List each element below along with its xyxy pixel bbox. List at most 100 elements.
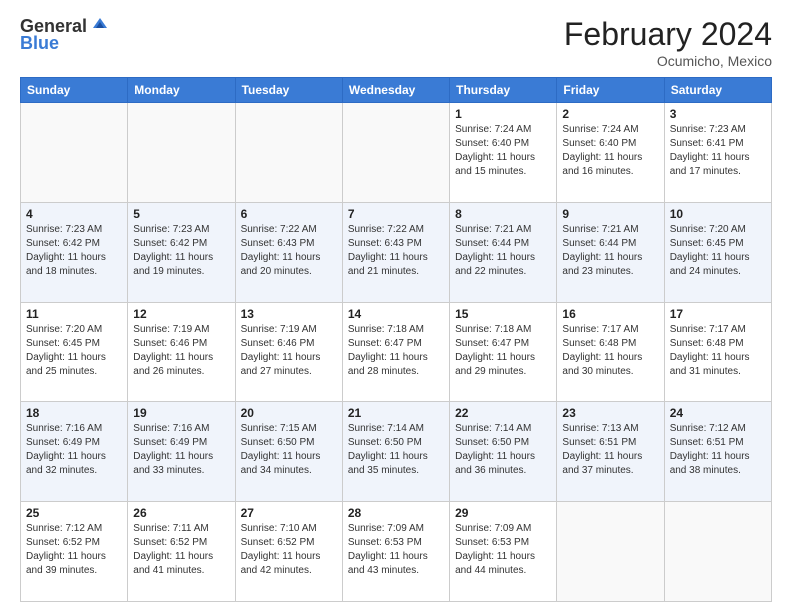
day-info: Sunrise: 7:23 AM Sunset: 6:42 PM Dayligh… bbox=[26, 223, 122, 279]
day-info: Sunrise: 7:13 AM Sunset: 6:51 PM Dayligh… bbox=[562, 422, 658, 478]
day-number: 25 bbox=[26, 506, 122, 520]
day-number: 12 bbox=[133, 307, 229, 321]
table-row: 15 Sunrise: 7:18 AM Sunset: 6:47 PM Dayli… bbox=[450, 302, 557, 402]
day-info: Sunrise: 7:15 AM Sunset: 6:50 PM Dayligh… bbox=[241, 422, 337, 478]
day-info: Sunrise: 7:09 AM Sunset: 6:53 PM Dayligh… bbox=[455, 522, 551, 578]
day-info: Sunrise: 7:10 AM Sunset: 6:52 PM Dayligh… bbox=[241, 522, 337, 578]
day-number: 10 bbox=[670, 207, 766, 221]
logo-blue: Blue bbox=[20, 33, 59, 54]
day-number: 21 bbox=[348, 406, 444, 420]
day-info: Sunrise: 7:18 AM Sunset: 6:47 PM Dayligh… bbox=[348, 323, 444, 379]
table-row: 5 Sunrise: 7:23 AM Sunset: 6:42 PM Daylig… bbox=[128, 202, 235, 302]
table-row: 4 Sunrise: 7:23 AM Sunset: 6:42 PM Daylig… bbox=[21, 202, 128, 302]
table-row: 19 Sunrise: 7:16 AM Sunset: 6:49 PM Dayli… bbox=[128, 402, 235, 502]
day-info: Sunrise: 7:12 AM Sunset: 6:52 PM Dayligh… bbox=[26, 522, 122, 578]
day-info: Sunrise: 7:20 AM Sunset: 6:45 PM Dayligh… bbox=[26, 323, 122, 379]
header-tuesday: Tuesday bbox=[235, 78, 342, 103]
header-saturday: Saturday bbox=[664, 78, 771, 103]
day-number: 20 bbox=[241, 406, 337, 420]
table-row bbox=[235, 103, 342, 203]
table-row: 1Sunrise: 7:24 AM Sunset: 6:40 PM Daylig… bbox=[450, 103, 557, 203]
day-number: 16 bbox=[562, 307, 658, 321]
table-row: 27 Sunrise: 7:10 AM Sunset: 6:52 PM Dayli… bbox=[235, 502, 342, 602]
day-info: Sunrise: 7:22 AM Sunset: 6:43 PM Dayligh… bbox=[241, 223, 337, 279]
table-row: 28Sunrise: 7:09 AM Sunset: 6:53 PM Dayli… bbox=[342, 502, 449, 602]
day-info: Sunrise: 7:20 AM Sunset: 6:45 PM Dayligh… bbox=[670, 223, 766, 279]
day-info: Sunrise: 7:16 AM Sunset: 6:49 PM Dayligh… bbox=[26, 422, 122, 478]
table-row: 7 Sunrise: 7:22 AM Sunset: 6:43 PM Daylig… bbox=[342, 202, 449, 302]
day-info: Sunrise: 7:17 AM Sunset: 6:48 PM Dayligh… bbox=[670, 323, 766, 379]
month-year: February 2024 bbox=[564, 16, 772, 53]
day-number: 17 bbox=[670, 307, 766, 321]
day-info: Sunrise: 7:16 AM Sunset: 6:49 PM Dayligh… bbox=[133, 422, 229, 478]
day-info: Sunrise: 7:18 AM Sunset: 6:47 PM Dayligh… bbox=[455, 323, 551, 379]
table-row: 6Sunrise: 7:22 AM Sunset: 6:43 PM Daylig… bbox=[235, 202, 342, 302]
table-row: 26Sunrise: 7:11 AM Sunset: 6:52 PM Dayli… bbox=[128, 502, 235, 602]
day-info: Sunrise: 7:19 AM Sunset: 6:46 PM Dayligh… bbox=[133, 323, 229, 379]
day-info: Sunrise: 7:17 AM Sunset: 6:48 PM Dayligh… bbox=[562, 323, 658, 379]
table-row: 25 Sunrise: 7:12 AM Sunset: 6:52 PM Dayli… bbox=[21, 502, 128, 602]
calendar-week-row: 18Sunrise: 7:16 AM Sunset: 6:49 PM Dayli… bbox=[21, 402, 772, 502]
top-bar: General Blue February 2024 Ocumicho, Mex… bbox=[20, 16, 772, 69]
table-row: 2Sunrise: 7:24 AM Sunset: 6:40 PM Daylig… bbox=[557, 103, 664, 203]
title-block: February 2024 Ocumicho, Mexico bbox=[564, 16, 772, 69]
logo-icon bbox=[89, 14, 111, 36]
day-number: 2 bbox=[562, 107, 658, 121]
day-number: 28 bbox=[348, 506, 444, 520]
calendar-week-row: 11 Sunrise: 7:20 AM Sunset: 6:45 PM Dayli… bbox=[21, 302, 772, 402]
table-row bbox=[557, 502, 664, 602]
day-info: Sunrise: 7:14 AM Sunset: 6:50 PM Dayligh… bbox=[348, 422, 444, 478]
day-info: Sunrise: 7:24 AM Sunset: 6:40 PM Dayligh… bbox=[455, 123, 551, 179]
header-thursday: Thursday bbox=[450, 78, 557, 103]
table-row: 18Sunrise: 7:16 AM Sunset: 6:49 PM Dayli… bbox=[21, 402, 128, 502]
day-number: 29 bbox=[455, 506, 551, 520]
day-number: 5 bbox=[133, 207, 229, 221]
day-number: 23 bbox=[562, 406, 658, 420]
calendar-week-row: 4 Sunrise: 7:23 AM Sunset: 6:42 PM Daylig… bbox=[21, 202, 772, 302]
location: Ocumicho, Mexico bbox=[564, 53, 772, 69]
table-row: 29 Sunrise: 7:09 AM Sunset: 6:53 PM Dayli… bbox=[450, 502, 557, 602]
table-row bbox=[342, 103, 449, 203]
day-number: 11 bbox=[26, 307, 122, 321]
day-number: 24 bbox=[670, 406, 766, 420]
day-info: Sunrise: 7:19 AM Sunset: 6:46 PM Dayligh… bbox=[241, 323, 337, 379]
day-info: Sunrise: 7:23 AM Sunset: 6:41 PM Dayligh… bbox=[670, 123, 766, 179]
table-row: 17 Sunrise: 7:17 AM Sunset: 6:48 PM Dayli… bbox=[664, 302, 771, 402]
table-row bbox=[128, 103, 235, 203]
day-number: 8 bbox=[455, 207, 551, 221]
header-wednesday: Wednesday bbox=[342, 78, 449, 103]
day-number: 4 bbox=[26, 207, 122, 221]
day-number: 15 bbox=[455, 307, 551, 321]
table-row: 16 Sunrise: 7:17 AM Sunset: 6:48 PM Dayli… bbox=[557, 302, 664, 402]
day-number: 3 bbox=[670, 107, 766, 121]
day-number: 19 bbox=[133, 406, 229, 420]
table-row: 13 Sunrise: 7:19 AM Sunset: 6:46 PM Dayli… bbox=[235, 302, 342, 402]
day-info: Sunrise: 7:14 AM Sunset: 6:50 PM Dayligh… bbox=[455, 422, 551, 478]
day-number: 9 bbox=[562, 207, 658, 221]
table-row: 10 Sunrise: 7:20 AM Sunset: 6:45 PM Dayli… bbox=[664, 202, 771, 302]
calendar-week-row: 25 Sunrise: 7:12 AM Sunset: 6:52 PM Dayli… bbox=[21, 502, 772, 602]
day-info: Sunrise: 7:23 AM Sunset: 6:42 PM Dayligh… bbox=[133, 223, 229, 279]
table-row: 22Sunrise: 7:14 AM Sunset: 6:50 PM Dayli… bbox=[450, 402, 557, 502]
table-row: 11 Sunrise: 7:20 AM Sunset: 6:45 PM Dayli… bbox=[21, 302, 128, 402]
calendar-table: Sunday Monday Tuesday Wednesday Thursday… bbox=[20, 77, 772, 602]
header-friday: Friday bbox=[557, 78, 664, 103]
table-row: 3 Sunrise: 7:23 AM Sunset: 6:41 PM Daylig… bbox=[664, 103, 771, 203]
day-info: Sunrise: 7:22 AM Sunset: 6:43 PM Dayligh… bbox=[348, 223, 444, 279]
table-row: 9 Sunrise: 7:21 AM Sunset: 6:44 PM Daylig… bbox=[557, 202, 664, 302]
day-number: 27 bbox=[241, 506, 337, 520]
table-row: 14 Sunrise: 7:18 AM Sunset: 6:47 PM Dayli… bbox=[342, 302, 449, 402]
header-monday: Monday bbox=[128, 78, 235, 103]
day-number: 13 bbox=[241, 307, 337, 321]
day-number: 14 bbox=[348, 307, 444, 321]
page: General Blue February 2024 Ocumicho, Mex… bbox=[0, 0, 792, 612]
header-sunday: Sunday bbox=[21, 78, 128, 103]
table-row: 21 Sunrise: 7:14 AM Sunset: 6:50 PM Dayli… bbox=[342, 402, 449, 502]
day-info: Sunrise: 7:21 AM Sunset: 6:44 PM Dayligh… bbox=[455, 223, 551, 279]
day-number: 7 bbox=[348, 207, 444, 221]
table-row: 12 Sunrise: 7:19 AM Sunset: 6:46 PM Dayli… bbox=[128, 302, 235, 402]
day-info: Sunrise: 7:11 AM Sunset: 6:52 PM Dayligh… bbox=[133, 522, 229, 578]
table-row bbox=[664, 502, 771, 602]
day-info: Sunrise: 7:21 AM Sunset: 6:44 PM Dayligh… bbox=[562, 223, 658, 279]
table-row bbox=[21, 103, 128, 203]
